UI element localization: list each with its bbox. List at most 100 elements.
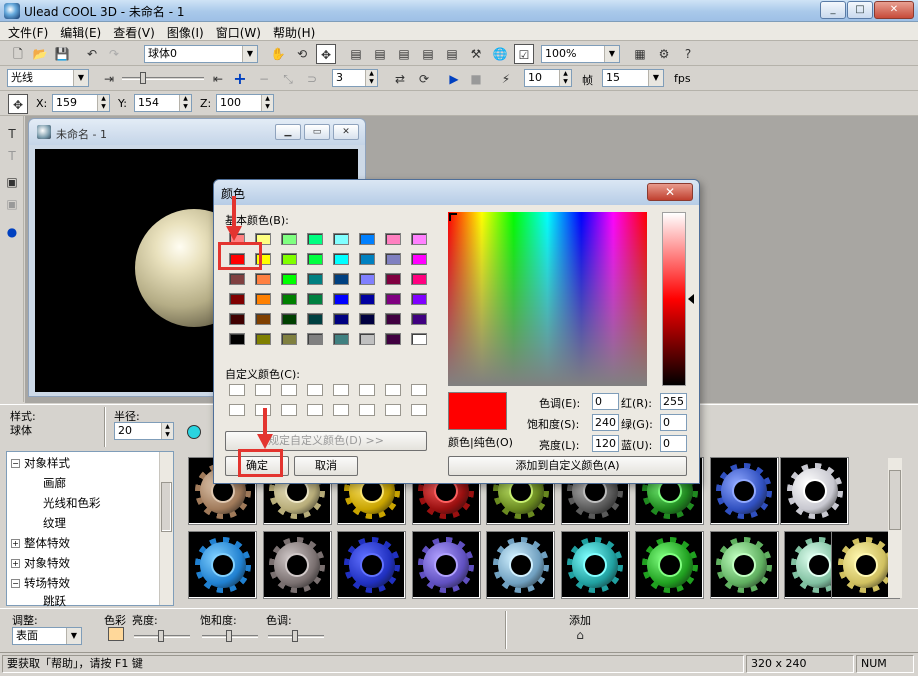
gallery-thumbnail[interactable] [709, 457, 779, 525]
hue-field[interactable]: 0 [592, 393, 619, 410]
z-spinner[interactable]: 100 ▲ ▼ [216, 94, 274, 112]
custom-color-swatch[interactable] [255, 384, 271, 396]
open-icon[interactable]: 📂 [30, 44, 50, 64]
hue-knob[interactable] [292, 630, 298, 642]
basic-color-swatch[interactable] [307, 333, 323, 345]
custom-color-swatch[interactable] [307, 384, 323, 396]
gallery-thumbnail[interactable] [780, 457, 849, 525]
gallery-thumbnail[interactable] [188, 531, 257, 599]
style-combo[interactable]: 光线 ▼ [7, 69, 89, 87]
radius-spinner[interactable]: 20 ▲ ▼ [114, 422, 174, 440]
add-icon[interactable]: ⌂ [570, 625, 590, 645]
key-icon[interactable]: ⤡ [278, 69, 298, 89]
basic-color-swatch[interactable] [229, 313, 245, 325]
add-custom-color-button[interactable]: 添加到自定义颜色(A) [448, 456, 687, 476]
basic-color-swatch[interactable] [385, 253, 401, 265]
basic-color-swatch[interactable] [281, 253, 297, 265]
tree-item[interactable]: + 整体特效 [11, 533, 70, 553]
basic-color-swatch[interactable] [359, 293, 375, 305]
brightness-knob[interactable] [158, 630, 164, 642]
expand-icon[interactable]: + [11, 559, 20, 568]
collapse-icon[interactable]: − [11, 579, 20, 588]
web-icon[interactable]: ⚒ [466, 44, 486, 64]
redo-icon[interactable]: ↷ [104, 44, 124, 64]
basic-color-swatch[interactable] [411, 293, 427, 305]
gallery-thumbnail[interactable] [486, 531, 555, 599]
basic-color-swatch[interactable] [281, 233, 297, 245]
luminance-arrow-icon[interactable] [688, 294, 694, 304]
custom-color-swatch[interactable] [307, 404, 323, 416]
custom-color-swatch[interactable] [333, 404, 349, 416]
timeline-slider[interactable] [122, 71, 204, 87]
tree-item[interactable]: + 对象特效 [11, 553, 70, 573]
print4-icon[interactable]: ▤ [418, 44, 438, 64]
first-frame-icon[interactable]: ⇥ [99, 69, 119, 89]
rotate-icon[interactable]: ⟲ [292, 44, 312, 64]
x-spinner[interactable]: 159 ▲ ▼ [52, 94, 110, 112]
minimize-button[interactable]: _ [820, 1, 846, 19]
hue-slider[interactable] [268, 629, 324, 645]
move-icon[interactable]: ✥ [316, 44, 336, 64]
add-frame-icon[interactable]: + [230, 69, 250, 89]
spectrum-crosshair-icon[interactable] [449, 213, 457, 221]
collapse-icon[interactable]: − [11, 459, 20, 468]
tree-item[interactable]: 画廊 [43, 473, 66, 493]
saturation-knob[interactable] [226, 630, 232, 642]
maximize-button[interactable]: □ [847, 1, 873, 19]
custom-color-swatch[interactable] [359, 404, 375, 416]
luminance-bar[interactable] [662, 212, 686, 386]
zoom-combo[interactable]: 100% ▼ [541, 45, 620, 63]
sphere-shape-icon[interactable] [184, 421, 204, 441]
basic-color-swatch[interactable] [411, 253, 427, 265]
position-icon[interactable]: ✥ [8, 94, 28, 114]
green-field[interactable]: 0 [660, 414, 687, 431]
gallery-thumbnail[interactable] [337, 531, 406, 599]
basic-color-swatch[interactable] [281, 273, 297, 285]
help-icon[interactable]: ? [678, 44, 698, 64]
doc-minimize-button[interactable]: ▁ [275, 124, 301, 140]
basic-color-swatch[interactable] [385, 313, 401, 325]
tree-item[interactable]: 光线和色彩 [43, 493, 101, 513]
print3-icon[interactable]: ▤ [394, 44, 414, 64]
menu-window[interactable]: 窗口(W) [210, 22, 267, 40]
basic-color-swatch[interactable] [333, 273, 349, 285]
tree-item[interactable]: 纹理 [43, 513, 66, 533]
basic-color-swatch[interactable] [307, 313, 323, 325]
hand-icon[interactable]: ✋ [268, 44, 288, 64]
basic-color-swatch[interactable] [333, 293, 349, 305]
print2-icon[interactable]: ▤ [370, 44, 390, 64]
basic-color-swatch[interactable] [333, 313, 349, 325]
basic-color-swatch[interactable] [307, 233, 323, 245]
menu-image[interactable]: 图像(I) [161, 22, 210, 40]
red-field[interactable]: 255 [660, 393, 687, 410]
speed-spinner[interactable]: 10 ▲ ▼ [524, 69, 572, 87]
basic-color-swatch[interactable] [359, 233, 375, 245]
gallery-thumbnail[interactable] [709, 531, 779, 599]
fps-combo[interactable]: 15 ▼ [602, 69, 664, 87]
color-spectrum[interactable] [448, 212, 647, 386]
dialog-close-button[interactable]: ✕ [647, 183, 693, 201]
new-icon[interactable]: 🗋 [8, 44, 28, 64]
custom-color-swatch[interactable] [411, 404, 427, 416]
image-edit-icon[interactable]: ▣ [2, 194, 22, 214]
basic-color-swatch[interactable] [411, 273, 427, 285]
undo-icon[interactable]: ↶ [82, 44, 102, 64]
custom-color-swatch[interactable] [281, 384, 297, 396]
object-combo[interactable]: 球体0 ▼ [144, 45, 258, 63]
menu-edit[interactable]: 编辑(E) [54, 22, 107, 40]
basic-color-swatch[interactable] [255, 293, 271, 305]
saturation-slider[interactable] [202, 629, 258, 645]
print5-icon[interactable]: ▤ [442, 44, 462, 64]
basic-color-swatch[interactable] [359, 313, 375, 325]
basic-color-swatch[interactable] [229, 293, 245, 305]
print-icon[interactable]: ▤ [346, 44, 366, 64]
custom-color-swatch[interactable] [411, 384, 427, 396]
settings-icon[interactable]: ⚙ [654, 44, 674, 64]
stop-icon[interactable]: ■ [466, 69, 486, 89]
last-frame-icon[interactable]: ⇤ [208, 69, 228, 89]
basic-color-swatch[interactable] [385, 333, 401, 345]
basic-color-swatch[interactable] [281, 293, 297, 305]
gallery-thumbnail[interactable] [411, 531, 481, 599]
tree-item[interactable]: − 转场特效 [11, 573, 70, 593]
basic-color-swatch[interactable] [281, 313, 297, 325]
